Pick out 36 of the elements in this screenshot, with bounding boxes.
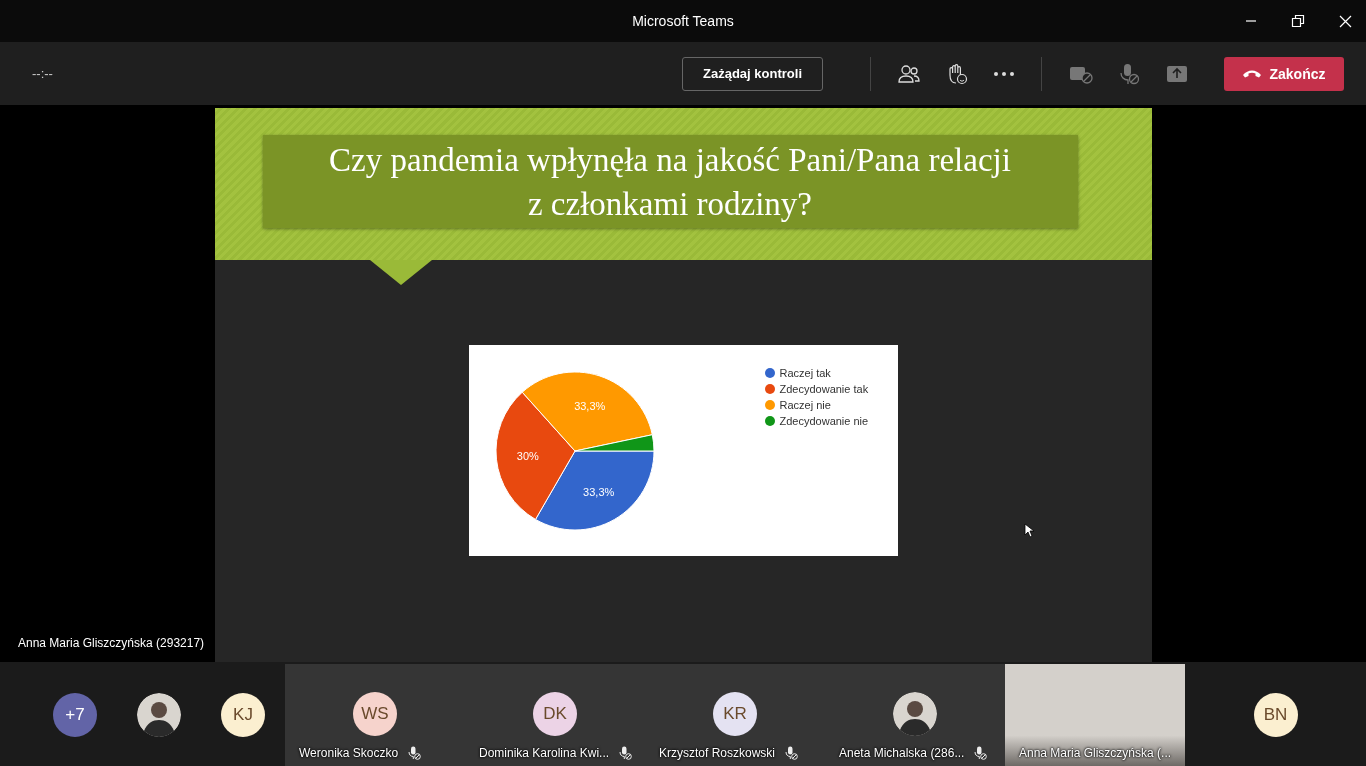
mouse-cursor-icon	[1024, 523, 1034, 538]
close-icon[interactable]	[1339, 14, 1352, 28]
slide-title: Czy pandemia wpłynęła na jakość Pani/Pana relacji z członkami rodziny?	[262, 135, 1078, 228]
participant-avatar: DK	[533, 692, 577, 736]
participant-name: Weronika Skoczko	[299, 746, 399, 760]
window-title: Microsoft Teams	[632, 13, 734, 29]
raise-hand-icon[interactable]	[946, 62, 968, 85]
more-options-icon[interactable]	[994, 71, 1014, 76]
people-icon[interactable]	[898, 63, 920, 84]
slice-value-label: 33,3%	[582, 486, 614, 499]
phone-hangup-icon	[1242, 69, 1263, 78]
more-participants-button[interactable]: +7	[53, 693, 97, 737]
slide-pointer	[369, 260, 432, 285]
request-control-button[interactable]: Zażądaj kontroli	[682, 56, 823, 91]
avatar-silhouette-icon	[893, 692, 937, 736]
participant-avatar: WS	[353, 692, 397, 736]
slice-value-label: 33,3%	[573, 399, 605, 412]
legend-label: Zdecydowanie nie	[779, 415, 869, 427]
call-timer: --:--	[32, 66, 53, 81]
microphone-off-icon[interactable]	[1119, 62, 1141, 85]
legend-label: Zdecydowanie tak	[779, 383, 869, 395]
participant-avatar: BN	[1253, 693, 1298, 737]
share-tray-icon[interactable]	[1167, 64, 1187, 83]
participant-name: Aneta Michalska (286...	[839, 746, 965, 760]
participant-name: Krzysztof Roszkowski	[659, 746, 776, 760]
participant-name: Anna Maria Gliszczyńska (...	[1019, 746, 1172, 760]
legend-label: Raczej tak	[779, 367, 831, 379]
participant-name: Dominika Karolina Kwi...	[479, 746, 610, 760]
legend-label: Raczej nie	[779, 399, 831, 411]
restore-icon[interactable]	[1291, 14, 1305, 28]
slice-value-label: 30%	[516, 449, 539, 462]
speaker-name: Anna Maria Gliszczyńska (293217)	[18, 636, 205, 650]
avatar-silhouette-icon	[137, 693, 181, 737]
participant-avatar: KR	[713, 692, 757, 736]
participant-avatar: KJ	[221, 693, 265, 737]
end-call-button[interactable]: Zakończ	[1224, 56, 1344, 91]
